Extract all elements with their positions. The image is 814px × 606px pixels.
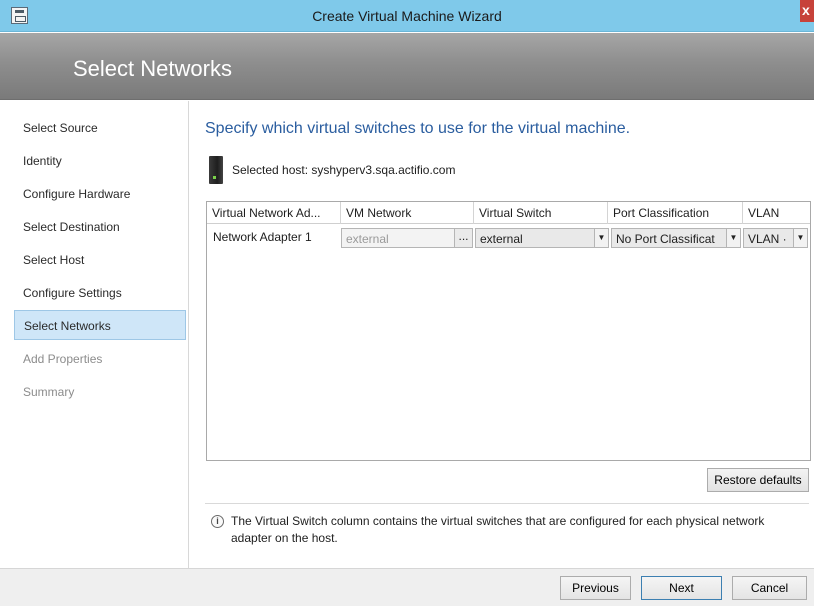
- nav-item-select-source[interactable]: Select Source: [14, 113, 186, 143]
- column-header-virtual-switch[interactable]: Virtual Switch: [474, 202, 608, 224]
- browse-vm-network-button[interactable]: ...: [454, 229, 472, 247]
- next-button[interactable]: Next: [641, 576, 722, 600]
- selected-host-label: Selected host: syshyperv3.sqa.actifio.co…: [232, 163, 456, 177]
- nav-item-configure-hardware[interactable]: Configure Hardware: [14, 179, 186, 209]
- cancel-button[interactable]: Cancel: [732, 576, 807, 600]
- column-header-port-classification[interactable]: Port Classification: [608, 202, 743, 224]
- chevron-down-icon[interactable]: ▼: [726, 229, 740, 247]
- chevron-down-icon[interactable]: ▼: [594, 229, 608, 247]
- nav-item-summary: Summary: [23, 385, 75, 399]
- network-adapters-grid: Virtual Network Ad... VM Network Virtual…: [206, 201, 811, 461]
- page-title: Select Networks: [73, 56, 232, 81]
- column-header-vm-network[interactable]: VM Network: [341, 202, 474, 224]
- vlan-value: VLAN ·: [748, 232, 787, 246]
- adapter-name: Network Adapter 1: [213, 230, 312, 244]
- nav-item-identity[interactable]: Identity: [14, 146, 186, 176]
- restore-defaults-button[interactable]: Restore defaults: [707, 468, 809, 492]
- server-icon: [209, 156, 223, 184]
- column-header-vlan[interactable]: VLAN: [743, 202, 810, 224]
- nav-item-add-properties: Add Properties: [23, 352, 103, 366]
- info-message: The Virtual Switch column contains the v…: [231, 514, 765, 545]
- divider: [205, 503, 809, 504]
- section-heading: Specify which virtual switches to use fo…: [205, 120, 631, 137]
- window-title: Create Virtual Machine Wizard: [312, 8, 502, 24]
- info-icon: i: [211, 515, 224, 528]
- vm-network-field[interactable]: external ...: [341, 228, 473, 248]
- close-button[interactable]: x: [800, 0, 814, 22]
- previous-button[interactable]: Previous: [560, 576, 631, 600]
- nav-item-select-destination[interactable]: Select Destination: [14, 212, 186, 242]
- nav-item-select-networks[interactable]: Select Networks: [14, 310, 186, 340]
- column-header-adapter[interactable]: Virtual Network Ad...: [207, 202, 341, 224]
- wizard-header: Select Networks: [0, 33, 814, 100]
- virtual-switch-value: external: [480, 232, 523, 246]
- wizard-steps-nav: Select Source Identity Configure Hardwar…: [0, 101, 189, 568]
- wizard-footer: Previous Next Cancel: [0, 568, 814, 606]
- vlan-dropdown[interactable]: VLAN · ▼: [743, 228, 808, 248]
- port-classification-dropdown[interactable]: No Port Classificat ▼: [611, 228, 741, 248]
- close-icon[interactable]: x: [802, 0, 810, 20]
- grid-header: Virtual Network Ad... VM Network Virtual…: [207, 202, 810, 224]
- nav-item-select-host[interactable]: Select Host: [14, 245, 186, 275]
- nav-item-configure-settings[interactable]: Configure Settings: [14, 278, 186, 308]
- window-titlebar: Create Virtual Machine Wizard x: [0, 0, 814, 32]
- chevron-down-icon[interactable]: ▼: [793, 229, 807, 247]
- vm-network-value: external: [346, 232, 389, 246]
- virtual-switch-dropdown[interactable]: external ▼: [475, 228, 609, 248]
- table-row[interactable]: Network Adapter 1 external ... external …: [207, 225, 810, 251]
- port-classification-value: No Port Classificat: [616, 232, 715, 246]
